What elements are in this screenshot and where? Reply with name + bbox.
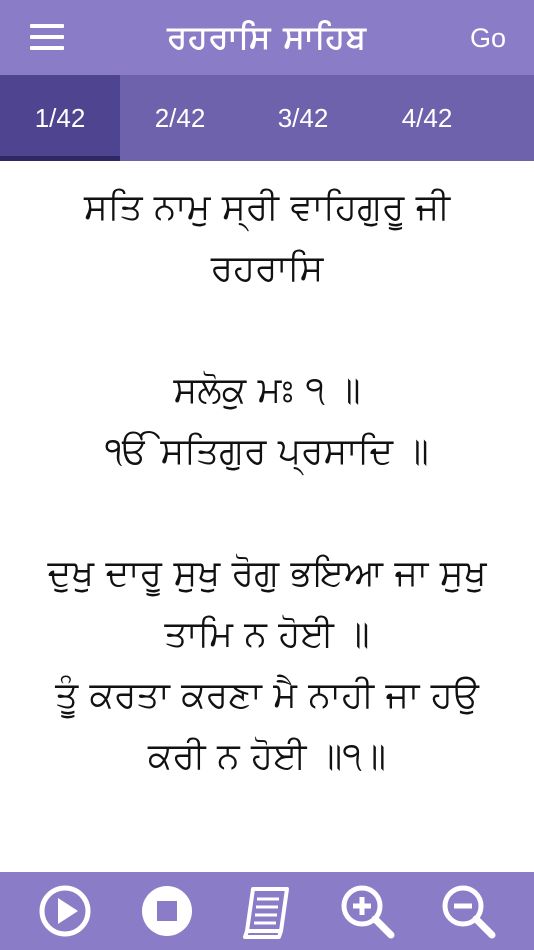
verse-line: ਦੁਖੁ ਦਾਰੂ ਸੁਖੁ ਰੋਗੁ ਭਇਆ ਜਾ ਸੁਖੁ [47, 553, 487, 594]
app-header: ਰਹਰਾਸਿ ਸਾਹਿਬ Go [0, 0, 534, 75]
bottom-toolbar [0, 872, 534, 950]
tab-page-3[interactable]: 3/42 [243, 75, 363, 161]
page-title: ਰਹਰਾਸਿ ਸਾਹਿਬ [167, 18, 367, 56]
stop-button[interactable] [137, 881, 197, 941]
play-icon [39, 885, 91, 937]
book-icon [243, 887, 289, 939]
go-button[interactable]: Go [470, 20, 506, 56]
verse-line: ਸਲੋਕੁ ਮਃ ੧ ॥ [173, 370, 361, 411]
verse-line: ਰਹਰਾਸਿ [210, 248, 324, 289]
zoom-in-button[interactable] [337, 881, 397, 941]
tab-page-1[interactable]: 1/42 [0, 75, 120, 161]
verse-line: ਤਾਮਿ ਨ ਹੋਈ ॥ [164, 614, 370, 655]
verse-line: ੴ ਸਤਿਗੁਰ ਪ੍ਰਸਾਦਿ ॥ [105, 431, 429, 472]
tab-page-5[interactable]: 5 [490, 75, 534, 161]
verse-line: ਕਰੀ ਨ ਹੋਈ ॥੧॥ [147, 736, 387, 777]
zoom-out-icon [442, 885, 496, 939]
zoom-out-button[interactable] [438, 881, 498, 941]
stop-icon [142, 886, 192, 936]
book-button[interactable] [237, 881, 297, 941]
page-tabs: 1/42 2/42 3/42 4/42 5 [0, 75, 534, 161]
verse-line: ਸਤਿ ਨਾਮੁ ਸ੍ਰੀ ਵਾਹਿਗੁਰੂ ਜੀ [83, 187, 451, 228]
verse-line: ਤੂੰ ਕਰਤਾ ਕਰਣਾ ਮੈ ਨਾਹੀ ਜਾ ਹਉ [55, 675, 479, 716]
tab-page-4[interactable]: 4/42 [367, 75, 487, 161]
play-button[interactable] [35, 881, 95, 941]
zoom-in-icon [341, 885, 395, 939]
tab-page-2[interactable]: 2/42 [120, 75, 240, 161]
gurbani-text: ਸਤਿ ਨਾਮੁ ਸ੍ਰੀ ਵਾਹਿਗੁਰੂ ਜੀ ਰਹਰਾਸਿ ਸਲੋਕੁ ਮ… [0, 161, 534, 872]
